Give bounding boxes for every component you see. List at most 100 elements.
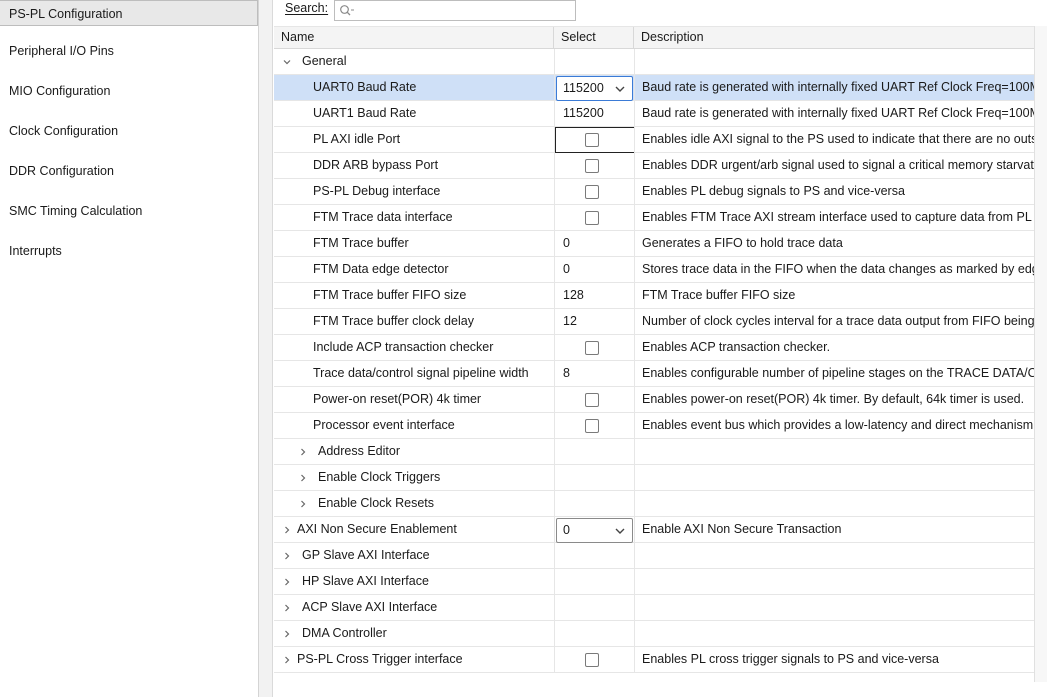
select-cell[interactable]: 8	[554, 361, 634, 387]
dropdown-value: 115200	[563, 81, 604, 95]
chevron-right-icon[interactable]	[282, 525, 292, 535]
table-row[interactable]: AXI Non Secure Enablement 0 Enable AXI Non…	[274, 517, 1034, 543]
sidebar-item-ps-pl-configuration[interactable]: PS-PL Configuration	[0, 0, 258, 26]
option-checkbox[interactable]	[585, 159, 599, 173]
search-box[interactable]	[334, 0, 576, 21]
option-checkbox[interactable]	[585, 341, 599, 355]
chevron-right-icon[interactable]	[282, 629, 292, 639]
option-value[interactable]: 0	[555, 262, 570, 276]
row-name-label: FTM Trace data interface	[313, 210, 453, 224]
name-cell: GP Slave AXI Interface	[274, 543, 554, 569]
row-name-label: UART1 Baud Rate	[313, 106, 417, 120]
select-cell[interactable]	[554, 153, 634, 179]
option-value[interactable]: 115200	[555, 106, 604, 120]
description-cell	[634, 465, 1034, 491]
select-cell[interactable]	[554, 179, 634, 205]
sidebar-item-smc-timing-calculation[interactable]: SMC Timing Calculation	[0, 198, 258, 224]
select-cell[interactable]: 115200	[554, 101, 634, 127]
table-row[interactable]: ACP Slave AXI Interface	[274, 595, 1034, 621]
sidebar-item-clock-configuration[interactable]: Clock Configuration	[0, 118, 258, 144]
table-row[interactable]: UART0 Baud Rate 115200 Baud rate is genera…	[274, 75, 1034, 101]
chevron-down-icon[interactable]	[282, 57, 292, 67]
description-cell	[634, 595, 1034, 621]
row-name-label: Processor event interface	[313, 418, 455, 432]
column-header-name[interactable]: Name	[274, 27, 554, 49]
search-label: Search:	[285, 1, 329, 15]
option-checkbox[interactable]	[585, 393, 599, 407]
chevron-right-icon[interactable]	[282, 603, 292, 613]
table-row[interactable]: Enable Clock Resets	[274, 491, 1034, 517]
table-row[interactable]: FTM Trace buffer clock delay 12 Number of …	[274, 309, 1034, 335]
table-row[interactable]: HP Slave AXI Interface	[274, 569, 1034, 595]
chevron-right-icon[interactable]	[298, 473, 308, 483]
value-dropdown[interactable]: 0	[556, 518, 633, 543]
table-row[interactable]: Trace data/control signal pipeline width…	[274, 361, 1034, 387]
table-row[interactable]: FTM Trace buffer 0 Generates a FIFO to hol…	[274, 231, 1034, 257]
table-row[interactable]: PS-PL Cross Trigger interface Enables PL …	[274, 647, 1034, 673]
option-checkbox[interactable]	[585, 211, 599, 225]
sidebar-item-peripheral-io-pins[interactable]: Peripheral I/O Pins	[0, 38, 258, 64]
table-row[interactable]: UART1 Baud Rate 115200 Baud rate is genera…	[274, 101, 1034, 127]
select-cell[interactable]: 0	[554, 517, 634, 543]
select-cell[interactable]: 128	[554, 283, 634, 309]
select-cell[interactable]	[554, 387, 634, 413]
name-cell: Trace data/control signal pipeline width	[274, 361, 554, 387]
option-value[interactable]: 128	[555, 288, 584, 302]
name-cell: FTM Data edge detector	[274, 257, 554, 283]
description-cell: Enables PL cross trigger signals to PS a…	[634, 647, 1034, 673]
chevron-right-icon[interactable]	[282, 551, 292, 561]
select-cell[interactable]: 115200	[554, 75, 634, 101]
table-row[interactable]: PL AXI idle Port Enables idle AXI signal …	[274, 127, 1034, 153]
search-input[interactable]	[357, 2, 573, 19]
table-row[interactable]: FTM Trace data interface Enables FTM Trac…	[274, 205, 1034, 231]
name-cell: Enable Clock Triggers	[274, 465, 554, 491]
description-cell: Enables FTM Trace AXI stream interface u…	[634, 205, 1034, 231]
sidebar-item-interrupts[interactable]: Interrupts	[0, 238, 258, 264]
table-row[interactable]: Include ACP transaction checker Enables …	[274, 335, 1034, 361]
table-row[interactable]: GP Slave AXI Interface	[274, 543, 1034, 569]
table-row[interactable]: DMA Controller	[274, 621, 1034, 647]
chevron-right-icon[interactable]	[282, 655, 292, 665]
search-icon	[340, 5, 354, 16]
select-cell[interactable]: 0	[554, 231, 634, 257]
table-row[interactable]: PS-PL Debug interface Enables PL debug si…	[274, 179, 1034, 205]
sidebar-item-mio-configuration[interactable]: MIO Configuration	[0, 78, 258, 104]
name-cell: Enable Clock Resets	[274, 491, 554, 517]
row-name-label: DMA Controller	[302, 626, 387, 640]
table-row[interactable]: Power-on reset(POR) 4k timer Enables powe…	[274, 387, 1034, 413]
chevron-right-icon[interactable]	[282, 577, 292, 587]
option-checkbox[interactable]	[585, 653, 599, 667]
select-cell[interactable]: 0	[554, 257, 634, 283]
option-value[interactable]: 8	[555, 366, 570, 380]
chevron-right-icon[interactable]	[298, 499, 308, 509]
option-value[interactable]: 0	[555, 236, 570, 250]
vertical-scrollbar[interactable]	[1034, 26, 1047, 682]
select-cell[interactable]	[554, 413, 634, 439]
table-row[interactable]: General	[274, 49, 1034, 75]
description-cell: Enables PL debug signals to PS and vice-…	[634, 179, 1034, 205]
select-cell[interactable]	[554, 205, 634, 231]
table-row[interactable]: FTM Trace buffer FIFO size 128 FTM Trace b…	[274, 283, 1034, 309]
chevron-right-icon[interactable]	[298, 447, 308, 457]
option-checkbox[interactable]	[585, 185, 599, 199]
row-name-label: ACP Slave AXI Interface	[302, 600, 438, 614]
select-cell[interactable]	[554, 647, 634, 673]
option-checkbox[interactable]	[585, 419, 599, 433]
table-row[interactable]: Processor event interface Enables event b…	[274, 413, 1034, 439]
table-row[interactable]: Enable Clock Triggers	[274, 465, 1034, 491]
table-row[interactable]: Address Editor	[274, 439, 1034, 465]
column-header-description[interactable]: Description	[634, 27, 1034, 49]
name-cell: PS-PL Debug interface	[274, 179, 554, 205]
column-header-select[interactable]: Select	[554, 27, 634, 49]
select-cell[interactable]	[554, 127, 634, 153]
value-dropdown[interactable]: 115200	[556, 76, 633, 101]
table-row[interactable]: FTM Data edge detector 0 Stores trace data…	[274, 257, 1034, 283]
option-value[interactable]: 12	[555, 314, 577, 328]
row-name-label: FTM Trace buffer FIFO size	[313, 288, 467, 302]
select-cell[interactable]	[554, 335, 634, 361]
select-cell[interactable]: 12	[554, 309, 634, 335]
description-cell: Enables DDR urgent/arb signal used to si…	[634, 153, 1034, 179]
sidebar-item-ddr-configuration[interactable]: DDR Configuration	[0, 158, 258, 184]
table-row[interactable]: DDR ARB bypass Port Enables DDR urgent/ar…	[274, 153, 1034, 179]
splitter[interactable]	[259, 0, 273, 697]
